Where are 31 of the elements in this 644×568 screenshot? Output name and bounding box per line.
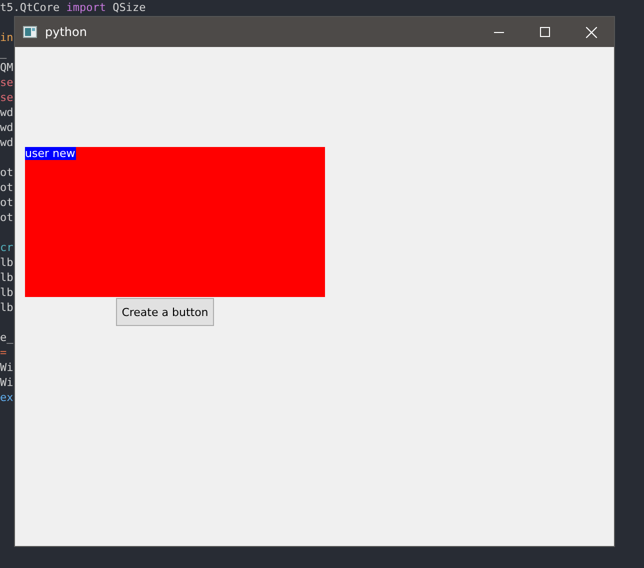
close-icon xyxy=(586,26,596,38)
code-token: QSize xyxy=(112,1,146,14)
code-fragment: lb xyxy=(0,286,14,299)
code-fragment: wd xyxy=(0,121,14,134)
code-token: t5.QtCore xyxy=(0,1,61,14)
code-fragment: _ xyxy=(0,46,7,59)
code-fragment: lb xyxy=(0,256,14,269)
create-button[interactable]: Create a button xyxy=(116,298,214,326)
code-fragment: Wi xyxy=(0,376,14,389)
window-title: python xyxy=(45,25,87,39)
code-fragment: ot xyxy=(0,166,14,179)
code-fragment: wd xyxy=(0,106,14,119)
code-fragment: e_ xyxy=(0,331,14,344)
code-fragment: ot xyxy=(0,211,14,224)
user-label: user new xyxy=(25,147,76,160)
code-fragment: Wi xyxy=(0,361,14,374)
code-token: import xyxy=(66,1,106,14)
code-fragment: ot xyxy=(0,196,14,209)
code-fragment: QM xyxy=(0,61,14,74)
code-fragment: = xyxy=(0,346,7,359)
code-fragment: se xyxy=(0,76,14,89)
code-fragment: in xyxy=(0,31,14,44)
code-fragment: wd xyxy=(0,136,14,149)
code-fragment: se xyxy=(0,91,14,104)
code-fragment: ot xyxy=(0,181,14,194)
code-fragment: ex xyxy=(0,391,14,404)
window-icon xyxy=(23,26,37,38)
maximize-icon xyxy=(540,27,550,37)
code-fragment: lb xyxy=(0,301,14,314)
code-fragment: lb xyxy=(0,271,14,284)
code-fragment: cr xyxy=(0,241,14,254)
